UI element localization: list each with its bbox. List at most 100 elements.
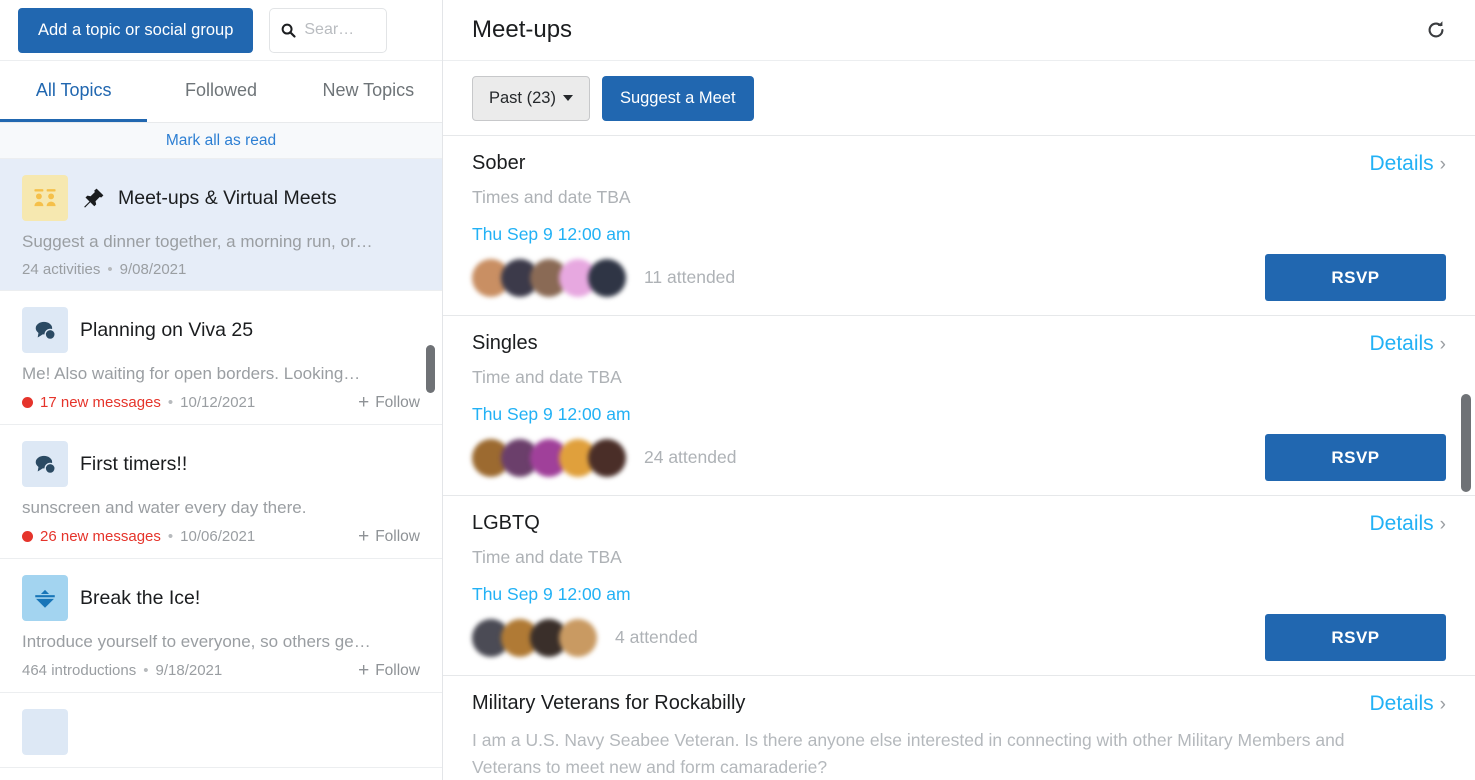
- meetup-name: Singles: [472, 332, 538, 355]
- chat-bubbles-icon: [22, 709, 68, 755]
- unread-badge: 26 new messages: [22, 528, 161, 545]
- rsvp-button[interactable]: RSVP: [1265, 434, 1446, 481]
- list-item-meta: 464 introductions • 9/18/2021 + Follow: [22, 661, 420, 680]
- meta-separator: •: [168, 528, 173, 545]
- plus-icon: +: [358, 661, 369, 680]
- details-label: Details: [1369, 692, 1433, 716]
- details-label: Details: [1369, 152, 1433, 176]
- rsvp-button[interactable]: RSVP: [1265, 614, 1446, 661]
- rsvp-button[interactable]: RSVP: [1265, 254, 1446, 301]
- past-filter-label: Past (23): [489, 89, 556, 108]
- attendee-avatars: [472, 619, 588, 657]
- list-item-snippet: Introduce yourself to everyone, so other…: [22, 632, 420, 652]
- add-topic-button[interactable]: Add a topic or social group: [18, 8, 253, 53]
- follow-button[interactable]: + Follow: [358, 393, 420, 412]
- meetup-footer: 24 attended RSVP: [472, 434, 1446, 481]
- meetup-list-scrollbar-thumb[interactable]: [1461, 394, 1471, 492]
- meetup-list: Sober Details › Times and date TBA Thu S…: [443, 136, 1475, 780]
- chevron-right-icon: ›: [1440, 695, 1446, 714]
- list-item-date: 10/12/2021: [180, 394, 255, 411]
- meetup-name: Military Veterans for Rockabilly: [472, 692, 745, 715]
- details-link[interactable]: Details ›: [1369, 692, 1446, 716]
- tab-followed[interactable]: Followed: [147, 61, 294, 122]
- list-item-meta: 24 activities • 9/08/2021: [22, 261, 420, 278]
- unread-dot-icon: [22, 531, 33, 542]
- suggest-a-meet-button[interactable]: Suggest a Meet: [602, 76, 754, 121]
- list-item[interactable]: Meet-ups & Virtual Meets Suggest a dinne…: [0, 159, 442, 291]
- list-item[interactable]: Planning on Viva 25 Me! Also waiting for…: [0, 291, 442, 425]
- meetup-header: Military Veterans for Rockabilly Details…: [472, 692, 1446, 716]
- chat-bubbles-icon: [22, 307, 68, 353]
- details-link[interactable]: Details ›: [1369, 152, 1446, 176]
- meetup-header: Singles Details ›: [472, 332, 1446, 356]
- list-item-title: Meet-ups & Virtual Meets: [118, 187, 337, 210]
- page-title: Meet-ups: [472, 16, 572, 44]
- avatar: [588, 259, 626, 297]
- avatar: [559, 619, 597, 657]
- list-item-meta: 17 new messages • 10/12/2021 + Follow: [22, 393, 420, 412]
- meetup-date: Thu Sep 9 12:00 am: [472, 584, 1446, 605]
- attendee-avatars: [472, 259, 617, 297]
- details-link[interactable]: Details ›: [1369, 332, 1446, 356]
- refresh-icon: [1425, 19, 1447, 41]
- follow-label: Follow: [375, 394, 420, 412]
- list-item-header: Meet-ups & Virtual Meets: [22, 175, 420, 221]
- details-label: Details: [1369, 512, 1433, 536]
- follow-label: Follow: [375, 528, 420, 546]
- meetup-date: Thu Sep 9 12:00 am: [472, 224, 1446, 245]
- mark-all-as-read-button[interactable]: Mark all as read: [0, 123, 442, 159]
- list-item-header: Planning on Viva 25: [22, 307, 420, 353]
- meetup-name: Sober: [472, 152, 525, 175]
- past-filter-dropdown[interactable]: Past (23): [472, 76, 590, 121]
- list-item[interactable]: [0, 693, 442, 768]
- meetup-description: I am a U.S. Navy Seabee Veteran. Is ther…: [472, 727, 1372, 780]
- iceberg-icon: [22, 575, 68, 621]
- meetup-subtitle: Time and date TBA: [472, 367, 1446, 388]
- topic-list: Meet-ups & Virtual Meets Suggest a dinne…: [0, 159, 442, 780]
- people-icon: [22, 175, 68, 221]
- meetup-header: LGBTQ Details ›: [472, 512, 1446, 536]
- meetup-subtitle: Time and date TBA: [472, 547, 1446, 568]
- list-item-date: 9/18/2021: [156, 662, 223, 679]
- meta-separator: •: [107, 261, 112, 278]
- meetup-footer: 11 attended RSVP: [472, 254, 1446, 301]
- meta-separator: •: [143, 662, 148, 679]
- sidebar-tabs: All Topics Followed New Topics: [0, 61, 442, 123]
- pushpin-icon: [82, 186, 106, 210]
- chat-bubbles-icon: [22, 441, 68, 487]
- list-item[interactable]: First timers!! sunscreen and water every…: [0, 425, 442, 559]
- details-label: Details: [1369, 332, 1433, 356]
- list-item-title: First timers!!: [80, 453, 187, 476]
- list-item-snippet: Me! Also waiting for open borders. Looki…: [22, 364, 420, 384]
- chevron-right-icon: ›: [1440, 335, 1446, 354]
- meetup-header: Sober Details ›: [472, 152, 1446, 176]
- list-item-title: Break the Ice!: [80, 587, 200, 610]
- follow-label: Follow: [375, 662, 420, 680]
- meetup-card: Military Veterans for Rockabilly Details…: [443, 676, 1475, 780]
- tab-new-topics[interactable]: New Topics: [295, 61, 442, 122]
- search-icon: [280, 22, 297, 39]
- unread-badge: 17 new messages: [22, 394, 161, 411]
- search-input[interactable]: Sear…: [269, 8, 387, 53]
- meetup-date: Thu Sep 9 12:00 am: [472, 404, 1446, 425]
- attended-count: 4 attended: [615, 627, 698, 648]
- list-item-date: 9/08/2021: [120, 261, 187, 278]
- tab-all-topics[interactable]: All Topics: [0, 61, 147, 122]
- refresh-button[interactable]: [1419, 13, 1453, 47]
- panel-toolbar: Past (23) Suggest a Meet: [443, 61, 1475, 136]
- plus-icon: +: [358, 527, 369, 546]
- list-item-count: 26 new messages: [40, 528, 161, 545]
- attended-count: 24 attended: [644, 447, 736, 468]
- plus-icon: +: [358, 393, 369, 412]
- avatar: [588, 439, 626, 477]
- meta-separator: •: [168, 394, 173, 411]
- attended-count: 11 attended: [644, 267, 735, 288]
- panel-header: Meet-ups: [443, 0, 1475, 61]
- list-item[interactable]: Break the Ice! Introduce yourself to eve…: [0, 559, 442, 693]
- follow-button[interactable]: + Follow: [358, 661, 420, 680]
- details-link[interactable]: Details ›: [1369, 512, 1446, 536]
- unread-dot-icon: [22, 397, 33, 408]
- list-item-snippet: Suggest a dinner together, a morning run…: [22, 232, 420, 252]
- follow-button[interactable]: + Follow: [358, 527, 420, 546]
- sidebar-header: Add a topic or social group Sear…: [0, 0, 442, 61]
